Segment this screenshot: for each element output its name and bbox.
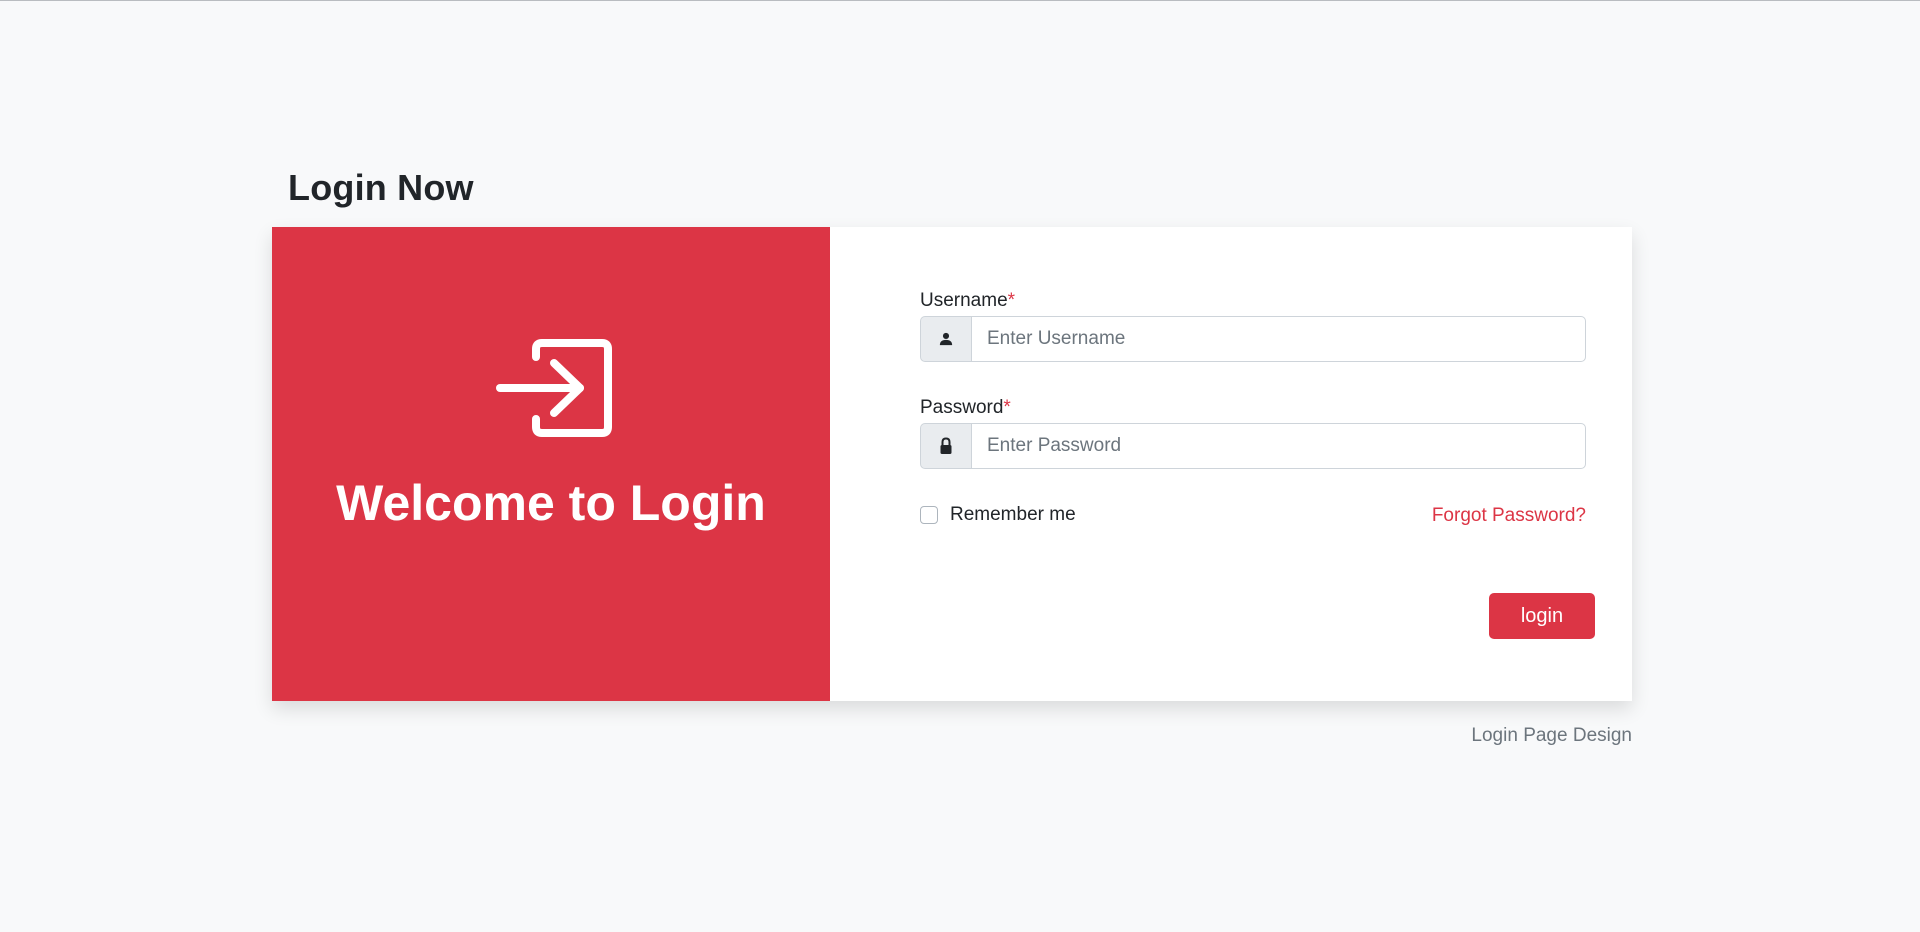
required-mark: * [1007, 290, 1016, 311]
username-label: Username* [920, 289, 1015, 313]
login-form: Username* Password* [830, 227, 1632, 701]
remember-checkbox[interactable] [920, 506, 938, 524]
login-container: Login Now Welcome to Login Username* Ent… [272, 160, 1632, 746]
password-label: Password* [920, 396, 1011, 420]
user-icon [939, 332, 953, 346]
remember-label: Remember me [950, 504, 1076, 525]
remember-me[interactable]: Remember me [920, 504, 1076, 526]
top-border [0, 0, 1920, 1]
welcome-panel: Welcome to Login [272, 227, 830, 701]
login-arrow-icon [496, 339, 612, 437]
password-addon [920, 423, 971, 469]
forgot-password-link[interactable]: Forgot Password? [1432, 504, 1586, 528]
username-label-text: Username [920, 290, 1008, 311]
username-addon [920, 316, 971, 362]
password-label-text: Password [920, 397, 1004, 418]
password-input-group [920, 423, 1586, 469]
footer-caption: Login Page Design [1471, 725, 1632, 746]
lock-icon [940, 437, 952, 454]
username-input-group [920, 316, 1586, 362]
login-card: Welcome to Login Username* Password* [272, 227, 1632, 701]
password-input[interactable] [971, 423, 1586, 469]
page-title: Login Now [288, 167, 474, 208]
username-input[interactable] [971, 316, 1586, 362]
login-button[interactable]: login [1489, 593, 1595, 639]
welcome-heading: Welcome to Login [336, 475, 766, 531]
required-mark: * [1003, 397, 1011, 418]
